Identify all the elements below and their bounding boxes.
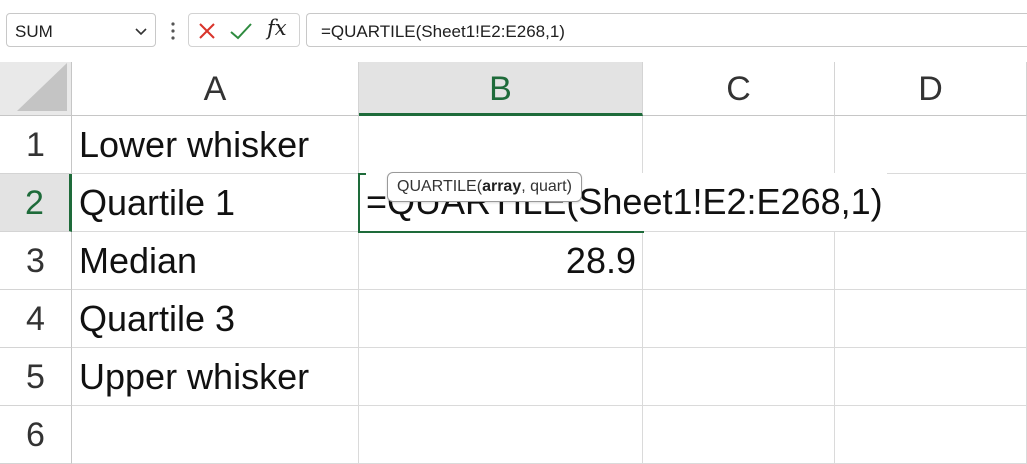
cell-a5[interactable]: Upper whisker xyxy=(72,348,359,406)
row-header-6[interactable]: 6 xyxy=(0,406,72,464)
cell-b6[interactable] xyxy=(359,406,643,464)
function-tooltip[interactable]: QUARTILE(array, quart) xyxy=(387,172,582,202)
formula-buttons: fx xyxy=(188,13,300,47)
tooltip-current-argument[interactable]: array xyxy=(482,178,521,195)
cell-a2-value: Quartile 1 xyxy=(79,182,236,223)
cell-b1[interactable] xyxy=(359,116,643,174)
formula-input[interactable]: =QUARTILE(Sheet1!E2:E268,1) xyxy=(306,13,1027,47)
cell-a2[interactable]: Quartile 1 xyxy=(72,174,359,232)
formula-bar: SUM fx =QUARTILE(Sheet1!E2:E268,1) xyxy=(0,0,1027,62)
select-all-corner[interactable] xyxy=(0,62,72,116)
cell-d6[interactable] xyxy=(835,406,1027,464)
cell-a1-value: Lower whisker xyxy=(79,124,310,165)
cell-c3[interactable] xyxy=(643,232,835,290)
row-header-4[interactable]: 4 xyxy=(0,290,72,348)
name-box[interactable]: SUM xyxy=(6,13,156,47)
chevron-down-icon[interactable] xyxy=(133,23,149,39)
tooltip-function-name: QUARTILE( xyxy=(397,178,483,195)
cancel-icon[interactable] xyxy=(197,21,217,41)
column-header-d[interactable]: D xyxy=(835,62,1027,116)
cell-b4[interactable] xyxy=(359,290,643,348)
cell-b5[interactable] xyxy=(359,348,643,406)
cell-c4[interactable] xyxy=(643,290,835,348)
cell-d4[interactable] xyxy=(835,290,1027,348)
row-header-5[interactable]: 5 xyxy=(0,348,72,406)
cell-d1[interactable] xyxy=(835,116,1027,174)
cell-a6[interactable] xyxy=(72,406,359,464)
insert-function-icon[interactable]: fx xyxy=(267,16,287,40)
formula-input-text: =QUARTILE(Sheet1!E2:E268,1) xyxy=(321,22,565,41)
cell-a3[interactable]: Median xyxy=(72,232,359,290)
cell-c5[interactable] xyxy=(643,348,835,406)
select-all-triangle-icon xyxy=(17,63,67,111)
cell-b3[interactable]: 28.9 xyxy=(359,232,643,290)
row-header-2[interactable]: 2 xyxy=(0,174,72,232)
column-header-a[interactable]: A xyxy=(72,62,359,116)
row-header-3[interactable]: 3 xyxy=(0,232,72,290)
cell-c6[interactable] xyxy=(643,406,835,464)
cell-d3[interactable] xyxy=(835,232,1027,290)
cell-d5[interactable] xyxy=(835,348,1027,406)
worksheet-grid: A B C D 1 2 3 4 5 6 Lower whisker Quarti… xyxy=(0,62,1027,464)
cell-a4[interactable]: Quartile 3 xyxy=(72,290,359,348)
tooltip-remaining-args: , quart) xyxy=(521,178,572,195)
cell-a5-value: Upper whisker xyxy=(79,356,310,397)
cell-a1[interactable]: Lower whisker xyxy=(72,116,359,174)
cell-b3-value: 28.9 xyxy=(565,240,636,281)
cell-c1[interactable] xyxy=(643,116,835,174)
cell-a3-value: Median xyxy=(79,240,198,281)
column-header-b[interactable]: B xyxy=(359,62,643,116)
column-header-c[interactable]: C xyxy=(643,62,835,116)
enter-check-icon[interactable] xyxy=(229,21,253,41)
row-header-1[interactable]: 1 xyxy=(0,116,72,174)
cell-a4-value: Quartile 3 xyxy=(79,298,236,339)
more-options-icon[interactable] xyxy=(168,18,178,44)
name-box-value: SUM xyxy=(15,22,53,41)
